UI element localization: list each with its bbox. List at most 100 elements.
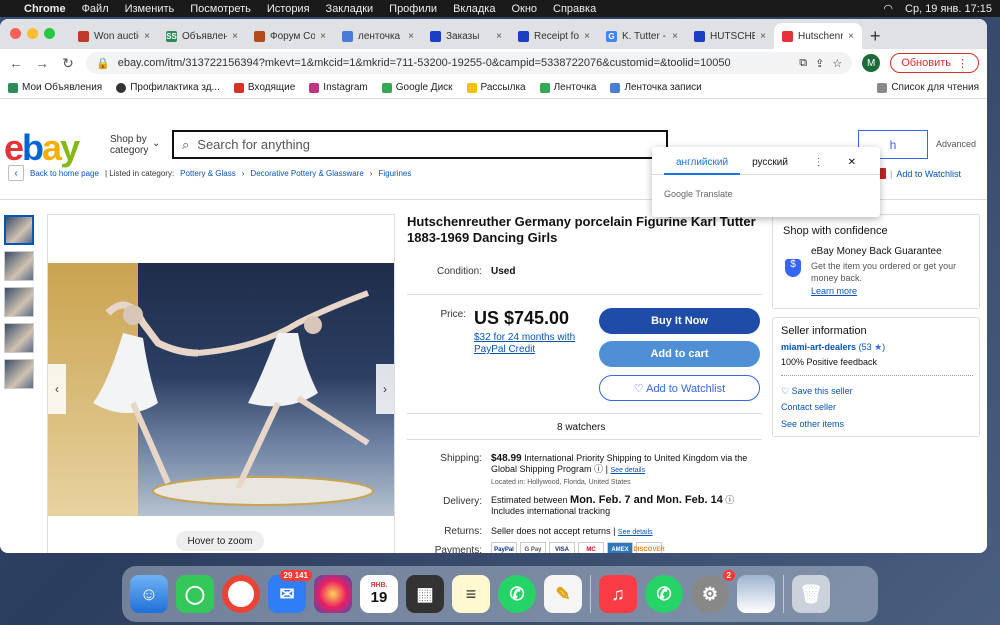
seller-score[interactable]: 53 xyxy=(862,342,872,352)
shop-by-category-button[interactable]: Shop by category ⌄ xyxy=(110,134,160,156)
menu-view[interactable]: Посмотреть xyxy=(190,3,251,15)
back-arrow-icon[interactable]: ← xyxy=(8,55,24,71)
add-to-watchlist-button[interactable]: ♡ Add to Watchlist xyxy=(599,375,760,401)
tab-orders[interactable]: Заказы × xyxy=(422,23,510,49)
menu-bookmarks[interactable]: Закладки xyxy=(326,3,374,15)
thumbnail-image[interactable] xyxy=(4,323,34,353)
finder-icon[interactable]: ☺ xyxy=(130,575,168,613)
returns-see-details-link[interactable]: See details xyxy=(618,529,653,536)
thumbnail-image[interactable] xyxy=(4,287,34,317)
info-icon[interactable]: ⓘ xyxy=(594,464,603,474)
menu-window[interactable]: Окно xyxy=(511,3,537,15)
address-bar[interactable]: 🔒 ebay.com/itm/313722156394?mkevt=1&mkci… xyxy=(86,52,853,74)
calendar-icon[interactable]: ЯНВ. 19 xyxy=(360,575,398,613)
tab-receipt[interactable]: Receipt for × xyxy=(510,23,598,49)
close-tab-icon[interactable]: × xyxy=(848,31,854,42)
buy-it-now-button[interactable]: Buy It Now xyxy=(599,308,760,334)
thumbnail-image[interactable] xyxy=(4,215,34,245)
close-tab-icon[interactable]: × xyxy=(672,31,678,42)
system-settings-icon[interactable]: ⚙ 2 xyxy=(691,570,735,613)
bookmark-item[interactable]: Ленточка xyxy=(539,82,596,93)
notes-icon[interactable]: ≡ xyxy=(452,575,490,613)
close-icon[interactable]: ✕ xyxy=(836,157,868,175)
bookmark-star-icon[interactable]: ☆ xyxy=(832,57,842,70)
menu-tab[interactable]: Вкладка xyxy=(453,3,495,15)
photos-icon[interactable] xyxy=(314,575,352,613)
translate-target-lang[interactable]: русский xyxy=(740,157,800,175)
share-icon[interactable]: ⇪ xyxy=(815,57,824,70)
thumbnail-image[interactable] xyxy=(4,251,34,281)
translate-icon[interactable]: ⧉ xyxy=(799,57,807,70)
tab-objavleniya[interactable]: SS Объявлени × xyxy=(158,23,246,49)
bookmark-item[interactable]: Профилактика зд... xyxy=(116,82,220,93)
ebay-logo[interactable]: ebay xyxy=(4,127,80,169)
close-tab-icon[interactable]: × xyxy=(584,31,590,42)
bookmark-item[interactable]: Входящие xyxy=(233,82,295,93)
back-chevron-icon[interactable]: ‹ xyxy=(8,165,24,181)
close-tab-icon[interactable]: × xyxy=(408,31,414,42)
update-button[interactable]: Обновить ⋮ xyxy=(890,53,979,73)
shipping-see-details-link[interactable]: See details xyxy=(610,467,645,474)
chrome-icon[interactable] xyxy=(222,575,260,613)
advanced-search-link[interactable]: Advanced xyxy=(936,139,976,149)
bookmark-item[interactable]: Google Диск xyxy=(381,82,453,93)
pages-icon[interactable]: ✎ xyxy=(544,575,582,613)
url-text[interactable]: ebay.com/itm/313722156394?mkevt=1&mkcid=… xyxy=(118,57,792,69)
info-icon[interactable]: ⓘ xyxy=(725,495,734,505)
menu-edit[interactable]: Изменить xyxy=(125,3,175,15)
tab-hutschen[interactable]: HUTSCHEN × xyxy=(686,23,774,49)
zoom-window-button[interactable] xyxy=(44,28,55,39)
learn-more-link[interactable]: Learn more xyxy=(811,286,857,296)
crumb-pottery-glass[interactable]: Pottery & Glass xyxy=(180,169,236,178)
new-tab-button[interactable]: + xyxy=(862,23,889,49)
preview-icon[interactable] xyxy=(737,575,775,613)
back-to-home-link[interactable]: Back to home page xyxy=(30,169,99,178)
kebab-menu-icon[interactable]: ⋮ xyxy=(802,157,836,175)
profile-avatar[interactable]: M xyxy=(862,54,881,72)
add-to-cart-button[interactable]: Add to cart xyxy=(599,341,760,367)
save-seller-link[interactable]: ♡ Save this seller xyxy=(781,386,853,397)
search-input[interactable]: ⌕ Search for anything xyxy=(172,130,668,159)
clock[interactable]: Ср, 19 янв. 17:15 xyxy=(905,3,992,15)
bookmark-item[interactable]: Рассылка xyxy=(466,82,526,93)
calculator-icon[interactable]: ▦ xyxy=(406,575,444,613)
bookmark-item[interactable]: Instagram xyxy=(309,82,368,93)
contact-seller-link[interactable]: Contact seller xyxy=(781,402,836,412)
trash-icon[interactable]: 🗑 xyxy=(792,575,830,613)
translate-source-lang[interactable]: английский xyxy=(664,157,741,175)
crumb-decorative-pottery[interactable]: Decorative Pottery & Glassware xyxy=(250,169,363,178)
whatsapp-icon[interactable]: ✆ xyxy=(645,575,683,613)
wifi-icon[interactable]: ◠ xyxy=(883,2,893,15)
reload-icon[interactable]: ↻ xyxy=(60,55,76,72)
lock-icon[interactable]: 🔒 xyxy=(96,57,110,70)
close-tab-icon[interactable]: × xyxy=(232,31,238,42)
tab-google-search[interactable]: G K. Tutter - H × xyxy=(598,23,686,49)
tab-won-auction[interactable]: Won auction × xyxy=(70,23,158,49)
prev-image-arrow[interactable]: ‹ xyxy=(48,364,66,414)
minimize-window-button[interactable] xyxy=(27,28,38,39)
tab-forum[interactable]: Форум Coo × xyxy=(246,23,334,49)
paypal-credit-link[interactable]: $32 for 24 months with PayPal Credit xyxy=(474,332,594,356)
bookmark-item[interactable]: Мои Объявления xyxy=(8,82,102,93)
menu-history[interactable]: История xyxy=(267,3,310,15)
menu-help[interactable]: Справка xyxy=(553,3,596,15)
menu-file[interactable]: Файл xyxy=(82,3,109,15)
seller-name-link[interactable]: miami-art-dealers xyxy=(781,342,856,352)
tab-lentochka[interactable]: ленточка 2 × xyxy=(334,23,422,49)
close-window-button[interactable] xyxy=(10,28,21,39)
reading-list[interactable]: Список для чтения xyxy=(877,82,979,93)
next-image-arrow[interactable]: › xyxy=(376,364,394,414)
tab-active-ebay[interactable]: Hutschenre × xyxy=(774,23,862,49)
crumb-figurines[interactable]: Figurines xyxy=(378,169,411,178)
forward-arrow-icon[interactable]: → xyxy=(34,55,50,71)
close-tab-icon[interactable]: × xyxy=(144,31,150,42)
thumbnail-image[interactable] xyxy=(4,359,34,389)
music-icon[interactable]: ♫ xyxy=(599,575,637,613)
see-other-items-link[interactable]: See other items xyxy=(781,419,844,429)
close-tab-icon[interactable]: × xyxy=(496,31,502,42)
menu-profiles[interactable]: Профили xyxy=(389,3,437,15)
bookmark-item[interactable]: Ленточка записи xyxy=(610,82,702,93)
close-tab-icon[interactable]: × xyxy=(760,31,766,42)
add-to-watchlist-link[interactable]: Add to Watchlist xyxy=(896,169,961,179)
product-photo[interactable] xyxy=(48,263,394,516)
